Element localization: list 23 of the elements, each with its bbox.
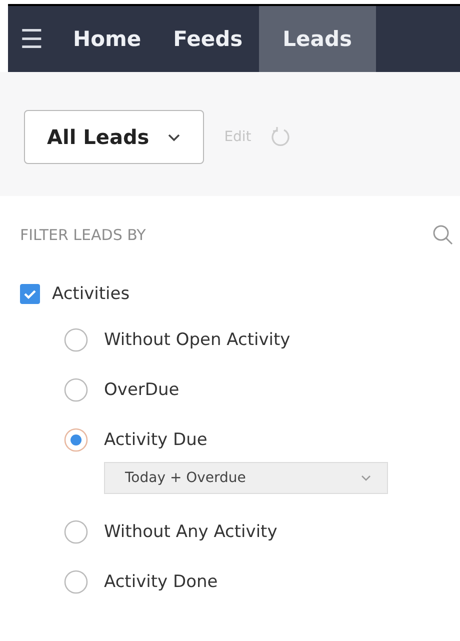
menu-button[interactable]: ☰ (8, 6, 57, 72)
checkbox[interactable] (20, 284, 40, 304)
radio-label: OverDue (104, 380, 180, 400)
view-select[interactable]: All Leads (24, 110, 204, 164)
chevron-icon (361, 474, 371, 482)
chevron-icon (167, 132, 182, 142)
search-icon[interactable] (432, 224, 454, 246)
radio-button[interactable] (64, 570, 88, 594)
refresh-icon[interactable] (271, 126, 292, 148)
filter-heading: FILTER LEADS BY (20, 226, 146, 244)
radio-button[interactable] (64, 428, 88, 452)
nav-tab[interactable]: Feeds (157, 6, 259, 72)
radio-label: Activity Done (104, 572, 218, 592)
radio-button[interactable] (64, 520, 88, 544)
nav-tab[interactable]: Home (57, 6, 158, 72)
radio-button[interactable] (64, 378, 88, 402)
radio-label: Without Open Activity (104, 330, 290, 350)
radio-label: Without Any Activity (104, 522, 278, 542)
radio-label: Activity Due (104, 430, 208, 450)
checkbox-label: Activities (52, 284, 130, 304)
range-select[interactable]: Today + Overdue (104, 462, 388, 494)
nav-tab[interactable]: Leads (258, 6, 376, 72)
radio-button[interactable] (64, 328, 88, 352)
